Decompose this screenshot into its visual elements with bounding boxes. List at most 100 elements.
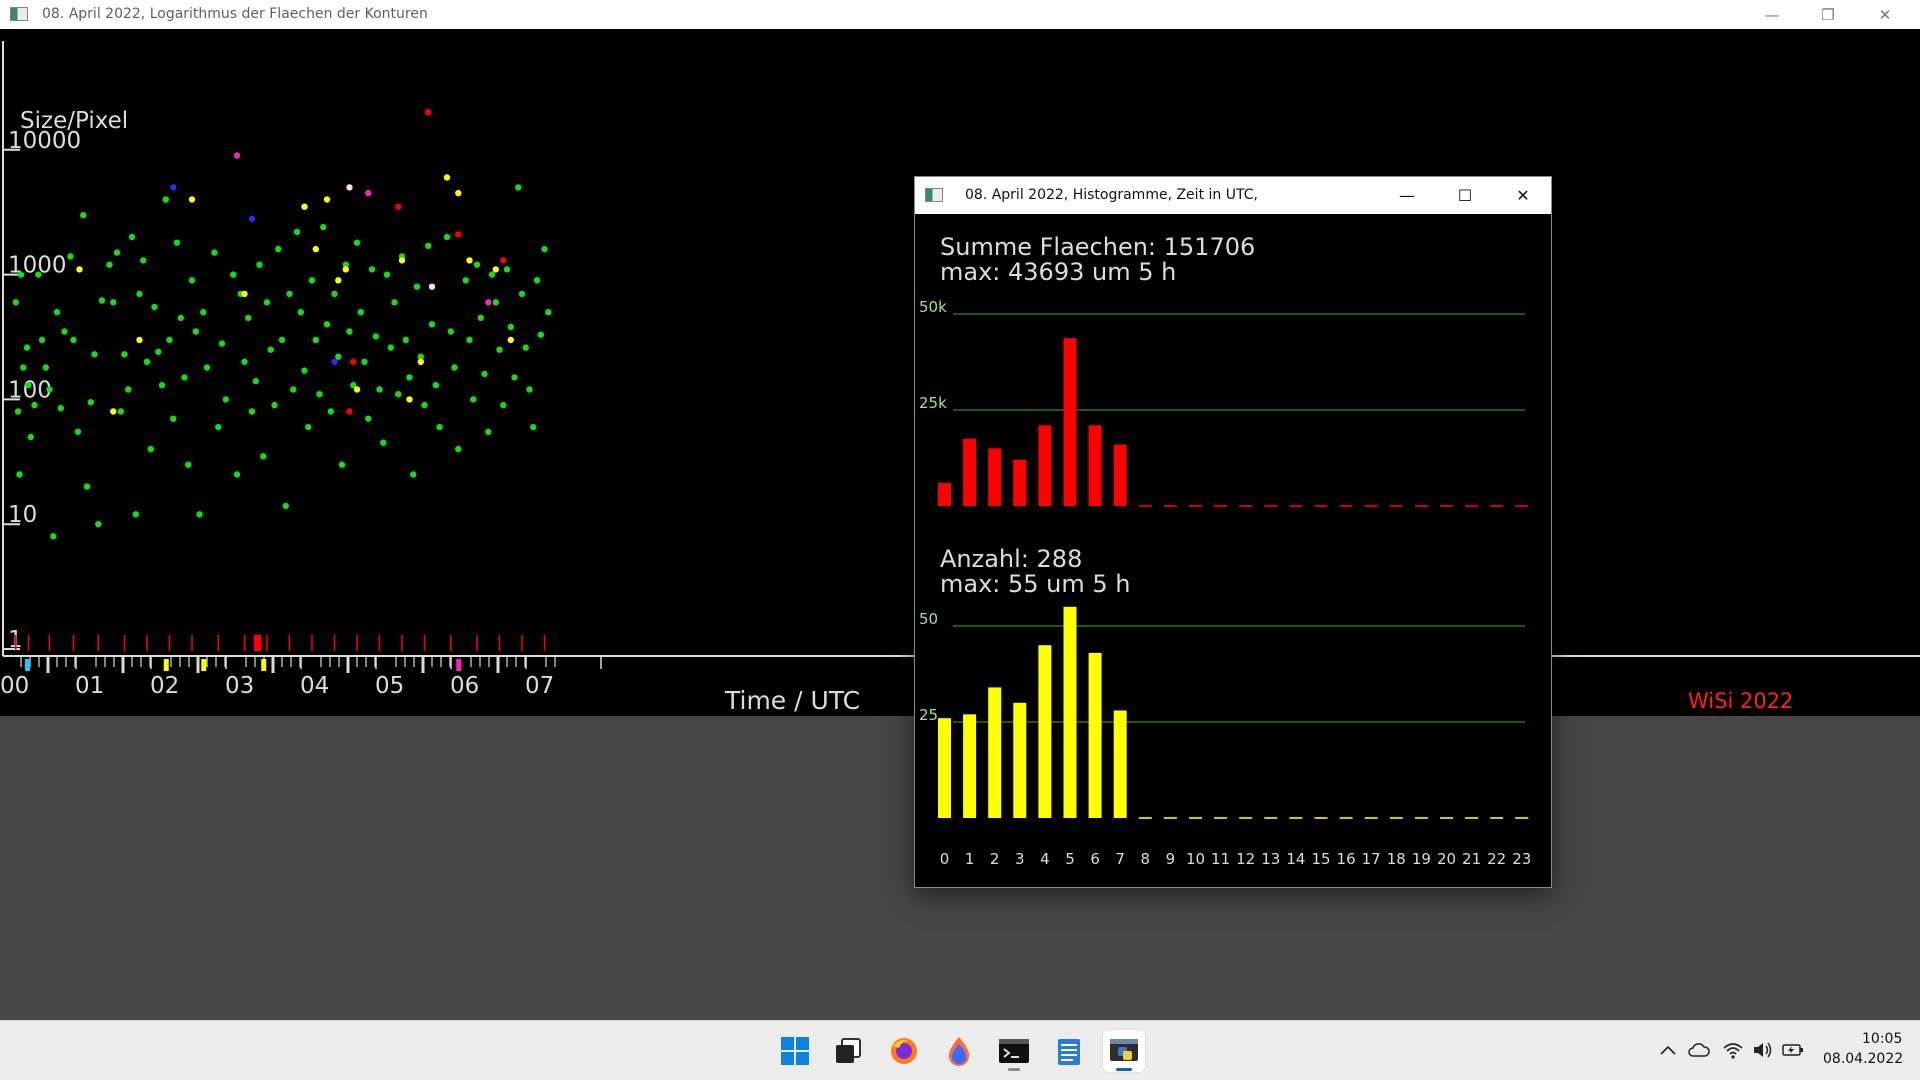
scatter-point-red [395,203,402,210]
histogram-window[interactable]: 08. April 2022, Histogramme, Zeit in UTC… [914,176,1552,888]
windows-logo-icon [781,1037,809,1065]
histogram-window-titlebar[interactable]: 08. April 2022, Histogramme, Zeit in UTC… [915,177,1551,214]
scatter-point-yellow [443,174,451,181]
scatter-point-pink [365,189,372,197]
scatter-point [346,328,353,335]
scatter-point [297,309,304,316]
histogram-bar [963,438,977,506]
scatter-point [293,228,301,236]
scatter-point [425,242,432,249]
browser-drop-button[interactable] [937,1029,981,1073]
scatter-point [470,396,477,403]
scatter-point [248,408,256,415]
notepad-button[interactable] [1047,1029,1091,1073]
scatter-point [308,277,316,284]
scatter-point [526,386,533,393]
scatter-point-yellow [335,277,342,284]
histogram-bar [988,687,1002,818]
notepad-icon [1058,1039,1080,1065]
histogram-bar [1038,425,1052,506]
close-button[interactable]: ✕ [1494,177,1552,214]
hour-label: 3 [1015,850,1025,868]
scatter-point [545,309,552,316]
wifi-icon[interactable] [1721,1038,1745,1062]
y-tick-label: 50 [919,610,938,628]
scatter-point [361,358,368,365]
watermark-label: WiSi 2022 [1688,689,1794,713]
terminal-button[interactable] [992,1029,1036,1073]
hour-label: 14 [1286,850,1305,868]
scatter-point [200,309,207,316]
scatter-point [451,364,458,371]
hour-labels: 0 1 2 3 4 5 6 7 8 9 10 11 12 13 14 15 16 17 18 19 20 21 22 23 [940,850,1532,868]
volume-icon[interactable] [1751,1038,1775,1062]
count-title: Anzahl: 288 [940,545,1082,573]
scatter-point [365,415,372,422]
chevron-up-icon[interactable] [1656,1038,1680,1062]
maximize-button[interactable]: ☐ [1436,177,1494,214]
scatter-point-yellow [188,196,196,203]
scatter-point [42,364,49,371]
scatter-point [106,261,113,268]
onedrive-cloud-icon[interactable] [1687,1038,1711,1062]
scatter-point-yellow [76,266,83,273]
app-icon [10,7,28,21]
minimize-button[interactable]: — [1378,177,1436,214]
python-button[interactable] [1102,1029,1146,1073]
scatter-point [323,321,331,328]
scatter-point [507,323,514,331]
scatter-point-white [346,184,353,191]
scatter-point [260,453,267,460]
battery-icon[interactable] [1781,1038,1805,1062]
scatter-point [27,433,34,441]
task-view-button[interactable] [826,1029,870,1073]
hour-label: 7 [1115,850,1125,868]
close-button[interactable]: ✕ [1862,0,1908,29]
scatter-point [421,401,428,409]
histogram-bar [963,714,977,818]
hour-label: 1 [965,850,975,868]
scatter-point-yellow [417,358,424,365]
scatter-point-pink [233,152,241,159]
scatter-point [380,439,387,446]
scatter-point [402,336,409,344]
scatter-point [353,239,361,246]
main-window-titlebar[interactable]: 08. April 2022, Logarithmus der Flaechen… [0,0,1920,29]
firefox-button[interactable] [882,1029,926,1073]
scatter-point-red [350,358,357,365]
x-tick-label: 07 [525,673,554,699]
scatter-point-white [428,283,436,290]
scatter-point [376,386,383,393]
scatter-point [140,257,147,264]
scatter-point [35,271,42,278]
hour-label: 8 [1141,850,1151,868]
y-axis-title: Size/Pixel [20,108,128,134]
scatter-point [462,277,469,284]
scatter-point [541,245,548,253]
scatter-point [67,253,74,260]
hour-label: 20 [1437,850,1456,868]
scatter-point [188,277,196,284]
scatter-point [275,245,282,253]
scatter-point [38,336,46,344]
x-axis-title: Time / UTC [725,686,861,715]
scatter-point [233,471,241,478]
clock-date[interactable]: 08.04.2022 [1823,1051,1903,1067]
hour-label: 11 [1211,850,1230,868]
scatter-point [128,233,136,241]
histogram-bar [1038,645,1052,818]
scatter-point-yellow [466,257,473,264]
restore-button[interactable]: ❐ [1805,0,1851,29]
scatter-point [245,314,252,322]
clock-time[interactable]: 10:05 [1862,1031,1902,1047]
start-button[interactable] [773,1029,817,1073]
scatter-point [196,511,203,518]
scatter-point [473,261,481,268]
hour-label: 6 [1090,850,1100,868]
color-marker [261,659,267,671]
histogram-bar [938,482,951,506]
scatter-point-yellow [312,245,319,253]
minimize-button[interactable]: — [1749,0,1795,29]
color-marker [25,659,30,671]
hour-label: 23 [1512,850,1531,868]
